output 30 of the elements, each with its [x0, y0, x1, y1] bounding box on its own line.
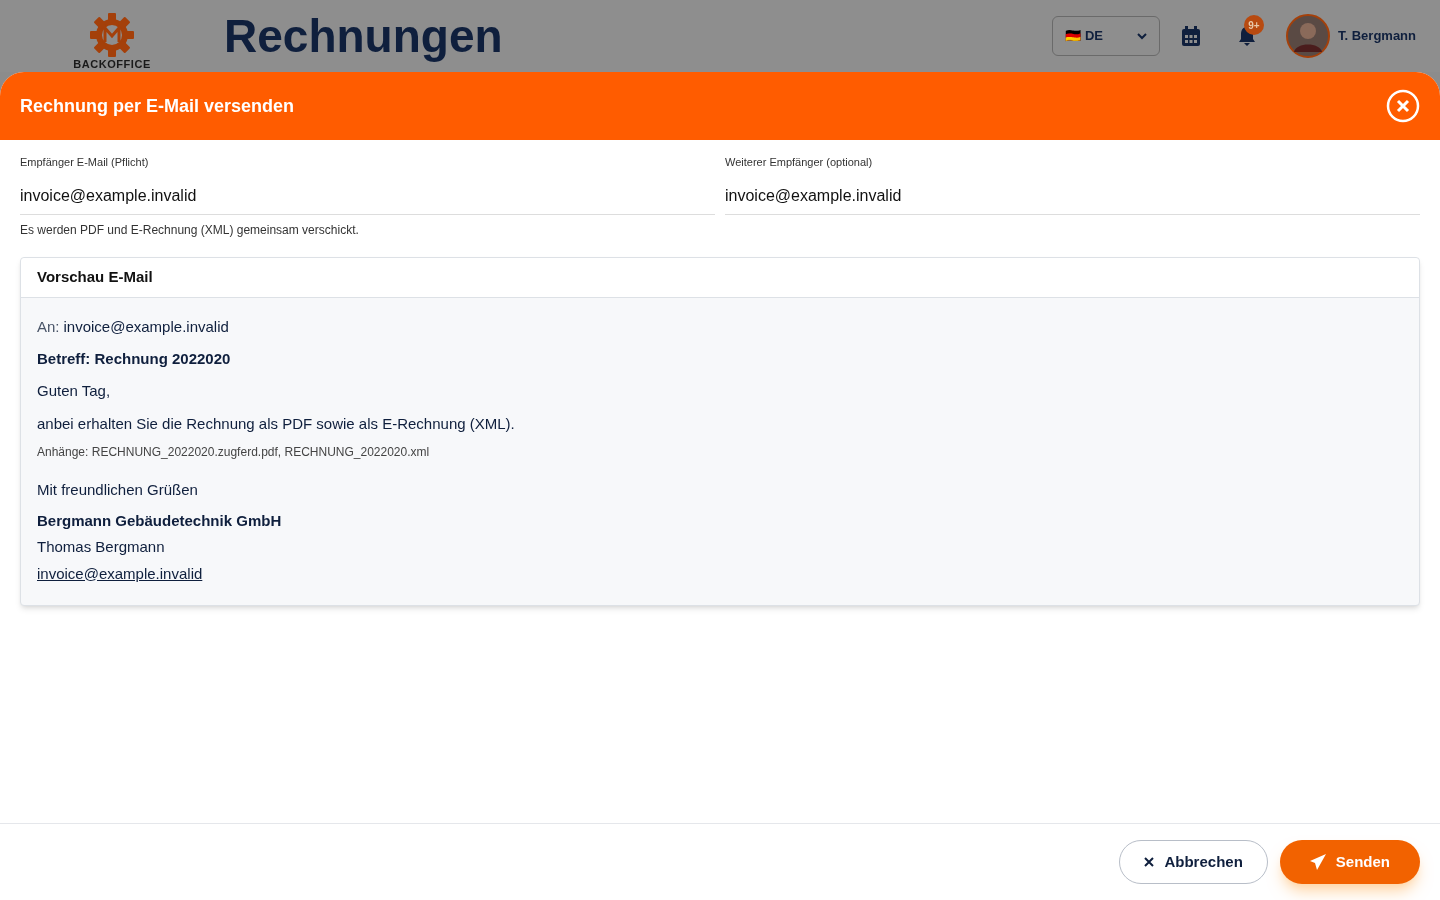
avatar[interactable] [1286, 14, 1330, 58]
logo-text: BACKOFFICE [73, 58, 151, 70]
notification-badge: 9+ [1244, 15, 1264, 35]
close-button[interactable] [1386, 89, 1420, 123]
email-greeting: Guten Tag, [37, 381, 112, 401]
chevron-down-icon [1137, 32, 1147, 40]
email-link[interactable]: invoice@example.invalid [37, 562, 203, 585]
gear-logo-icon [89, 12, 135, 58]
email-subject: Betreff: Rechnung 2022020 [37, 348, 232, 369]
language-select[interactable]: 🇩🇪 DE [1052, 16, 1160, 56]
email-input[interactable]: invoice@example.invalid [20, 178, 715, 215]
field-label: Empfänger E-Mail (Pflicht) [20, 155, 150, 170]
email-body: anbei erhalten Sie die Rechnung als PDF sowie als E-Rechnung (XML). [37, 413, 516, 434]
field-label: Weiterer Empfänger (optional) [725, 155, 874, 170]
paper-plane-icon [1309, 854, 1326, 870]
hint-text: Es werden PDF und E-Rechnung (XML) gemeinsam verschickt. [20, 221, 360, 239]
cancel-button[interactable]: Abbrechen [1119, 840, 1268, 884]
recipient-address: invoice@example.invalid [63, 317, 229, 338]
sender-name: Thomas Bergmann [37, 537, 166, 557]
close-icon [1386, 89, 1420, 123]
attachments-text: Anhänge: RECHNUNG_2022020.zugferd.pdf, RECHNUNG_2022020.xml [37, 444, 431, 461]
email-closing: Mit freundlichen Grüßen [37, 480, 199, 500]
to-label: An: [37, 317, 60, 338]
dialog-title: Rechnung per E-Mail versenden [20, 94, 296, 118]
close-icon [1144, 857, 1155, 867]
email-input[interactable]: invoice@example.invalid [725, 178, 1420, 215]
user-name: T. Bergmann [1338, 27, 1416, 46]
calendar-icon[interactable] [1182, 26, 1200, 46]
company-name: Bergmann Gebäudetechnik GmbH [37, 510, 283, 531]
preview-title: Vorschau E-Mail [37, 266, 153, 287]
